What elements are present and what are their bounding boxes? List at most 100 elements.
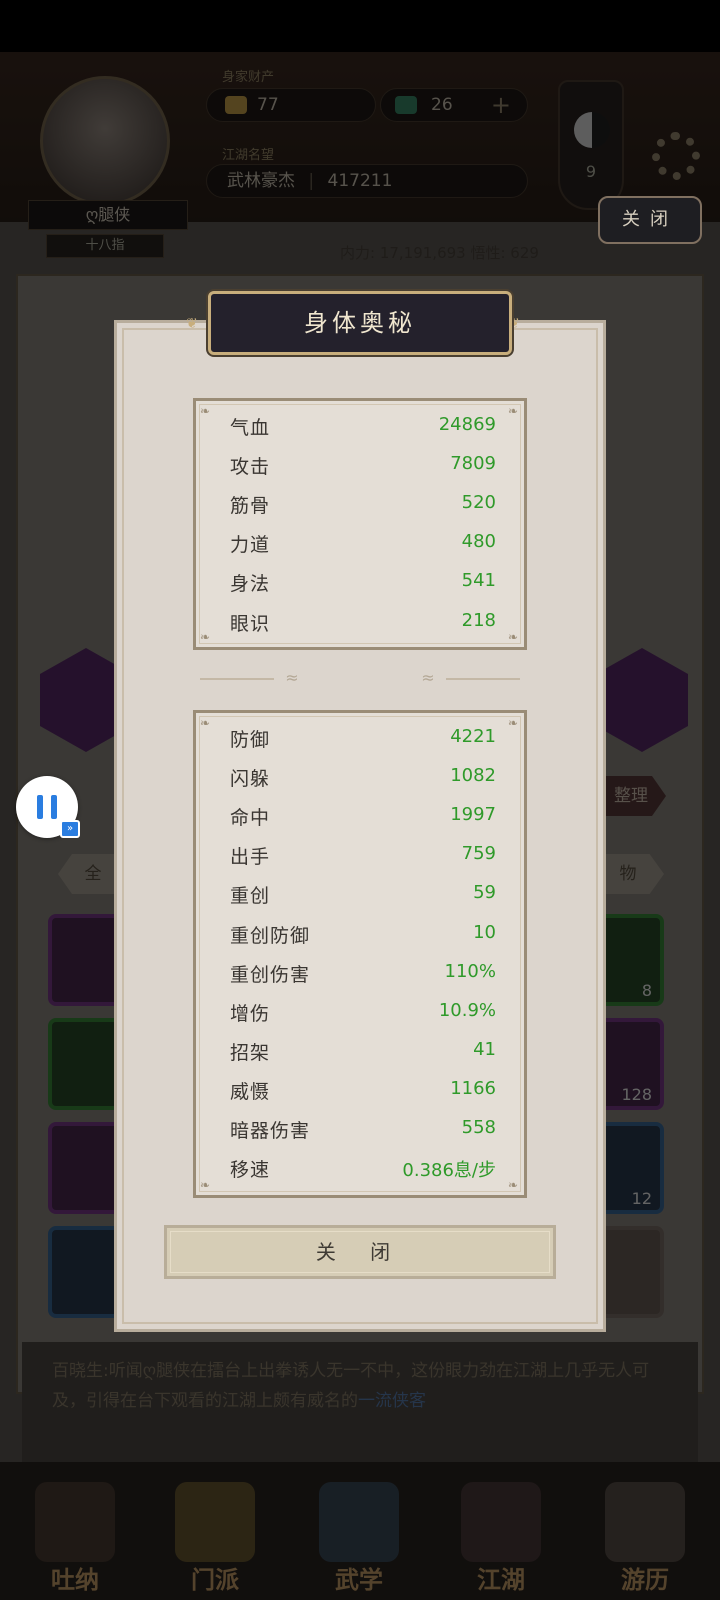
divider-line	[200, 678, 274, 680]
stat-value: 110%	[444, 960, 496, 982]
stat-value: 10.9%	[438, 999, 496, 1021]
stat-row: 身法 541	[230, 569, 496, 599]
currency-label: 身家财产	[222, 70, 275, 85]
avatar[interactable]	[40, 76, 170, 206]
corner-ornament-icon: ❧	[508, 716, 519, 730]
power-line: 内力: 17,191,693 悟性: 629	[340, 244, 539, 262]
stat-label: 眼识	[230, 612, 271, 635]
stat-row: 增伤 10.9%	[230, 999, 496, 1029]
stat-label: 增伤	[230, 1002, 271, 1025]
title-ornament-icon: ❦	[508, 316, 520, 332]
stat-value: 558	[461, 1117, 496, 1138]
news-link[interactable]: 一流侠客	[358, 1391, 426, 1411]
item-count: 128	[621, 1085, 652, 1104]
stat-value: 541	[461, 570, 496, 592]
stat-value: 0.386息/步	[402, 1160, 496, 1182]
stat-label: 闪躲	[230, 768, 271, 791]
stat-value: 520	[461, 492, 496, 514]
jade-counter: 26 +	[380, 88, 528, 122]
nav-travel[interactable]: 游历	[590, 1482, 700, 1594]
divider-ornament-icon: ≈	[421, 668, 435, 687]
stat-value: 24869	[438, 414, 496, 435]
corner-ornament-icon: ❧	[508, 404, 519, 418]
stat-row: 威慑 1166	[230, 1077, 496, 1107]
fast-forward-icon[interactable]: »	[60, 820, 80, 838]
stat-value: 218	[461, 609, 496, 631]
stat-label: 重创伤害	[230, 963, 311, 986]
nav-sect[interactable]: 门派	[160, 1482, 270, 1594]
primary-stats-box: ❧ ❧ ❧ ❧ 气血 24869 攻击 7809 筋骨 520 力道 480 身法 541 眼识 21…	[193, 398, 527, 650]
gold-icon	[225, 96, 247, 114]
nav-tuna[interactable]: 吐纳	[20, 1482, 130, 1594]
nav-jianghu[interactable]: 江湖	[446, 1482, 556, 1594]
nav-label: 武学	[335, 1566, 383, 1594]
stat-row: 筋骨 520	[230, 491, 496, 521]
sect-icon	[175, 1482, 255, 1562]
scroll-icon	[319, 1482, 399, 1562]
stat-value: 1997	[450, 804, 496, 826]
horse-icon	[605, 1482, 685, 1562]
stat-label: 身法	[230, 573, 271, 596]
fame-label: 江湖名望	[222, 148, 275, 163]
stat-label: 命中	[230, 807, 271, 830]
nav-label: 游历	[621, 1566, 669, 1594]
taiji-level: 9	[585, 162, 597, 181]
nav-label: 吐纳	[51, 1566, 99, 1594]
pause-icon	[37, 795, 43, 819]
stat-value: 59	[473, 882, 496, 904]
stat-label: 重创	[230, 885, 271, 908]
stat-row: 气血 24869	[230, 413, 496, 443]
item-count: 12	[631, 1189, 652, 1208]
corner-ornament-icon: ❧	[200, 716, 211, 730]
fame-bar: 武林豪杰 | 417211	[206, 164, 528, 198]
floating-pause-button[interactable]: »	[16, 776, 80, 838]
stat-row: 闪躲 1082	[230, 764, 496, 794]
stat-value: 10	[473, 921, 496, 943]
player-subtitle: 十八指	[46, 234, 164, 258]
panel-close-button[interactable]: 关闭	[598, 196, 702, 244]
sort-button[interactable]: 整理	[596, 776, 666, 816]
jade-icon	[395, 96, 417, 114]
nav-martial[interactable]: 武学	[304, 1482, 414, 1594]
taiji-badge[interactable]: 9	[558, 80, 624, 210]
stat-label: 攻击	[230, 456, 271, 479]
stat-label: 力道	[230, 534, 271, 557]
stat-row: 重创 59	[230, 881, 496, 911]
nav-label: 江湖	[477, 1566, 525, 1594]
corner-ornament-icon: ❧	[200, 404, 211, 418]
corner-ornament-icon: ❧	[508, 630, 519, 644]
stat-row: 命中 1997	[230, 803, 496, 833]
close-button[interactable]: 关 闭	[164, 1225, 556, 1279]
stat-row: 力道 480	[230, 530, 496, 560]
stat-row: 防御 4221	[230, 725, 496, 755]
stat-row: 重创伤害 110%	[230, 960, 496, 990]
stat-label: 暗器伤害	[230, 1120, 311, 1142]
bottom-nav: 吐纳 门派 武学 江湖 游历	[0, 1462, 720, 1600]
stat-row: 招架 41	[230, 1038, 496, 1068]
news-text: 百晓生:听闻ღ腿侠在擂台上出拳诱人无一不中，这份眼力劲在江湖上几乎无人可及，引得…	[52, 1361, 650, 1411]
taiji-icon	[574, 112, 610, 148]
gold-amount: 77	[257, 95, 279, 115]
stat-label: 防御	[230, 729, 271, 751]
stat-label: 气血	[230, 417, 271, 439]
divider-line	[446, 678, 520, 680]
stat-row: 攻击 7809	[230, 452, 496, 482]
meditation-icon	[35, 1482, 115, 1562]
add-currency-icon[interactable]: +	[491, 89, 511, 121]
corner-ornament-icon: ❧	[508, 1178, 519, 1192]
stat-row: 暗器伤害 558	[230, 1116, 496, 1146]
stat-label: 招架	[230, 1041, 271, 1064]
stat-value: 41	[473, 1038, 496, 1060]
stat-label: 威慑	[230, 1080, 271, 1103]
divider-ornament-icon: ≈	[285, 668, 299, 687]
fame-rank: 武林豪杰	[227, 171, 295, 191]
corner-ornament-icon: ❧	[200, 1178, 211, 1192]
stat-value: 759	[461, 843, 496, 865]
stat-value: 1166	[450, 1077, 496, 1099]
gear-icon[interactable]	[652, 132, 700, 180]
news-ticker: 百晓生:听闻ღ腿侠在擂台上出拳诱人无一不中，这份眼力劲在江湖上几乎无人可及，引得…	[22, 1342, 698, 1462]
stat-value: 4221	[450, 726, 496, 747]
item-count: 8	[641, 981, 652, 1000]
corner-ornament-icon: ❧	[200, 630, 211, 644]
stat-value: 7809	[450, 453, 496, 475]
